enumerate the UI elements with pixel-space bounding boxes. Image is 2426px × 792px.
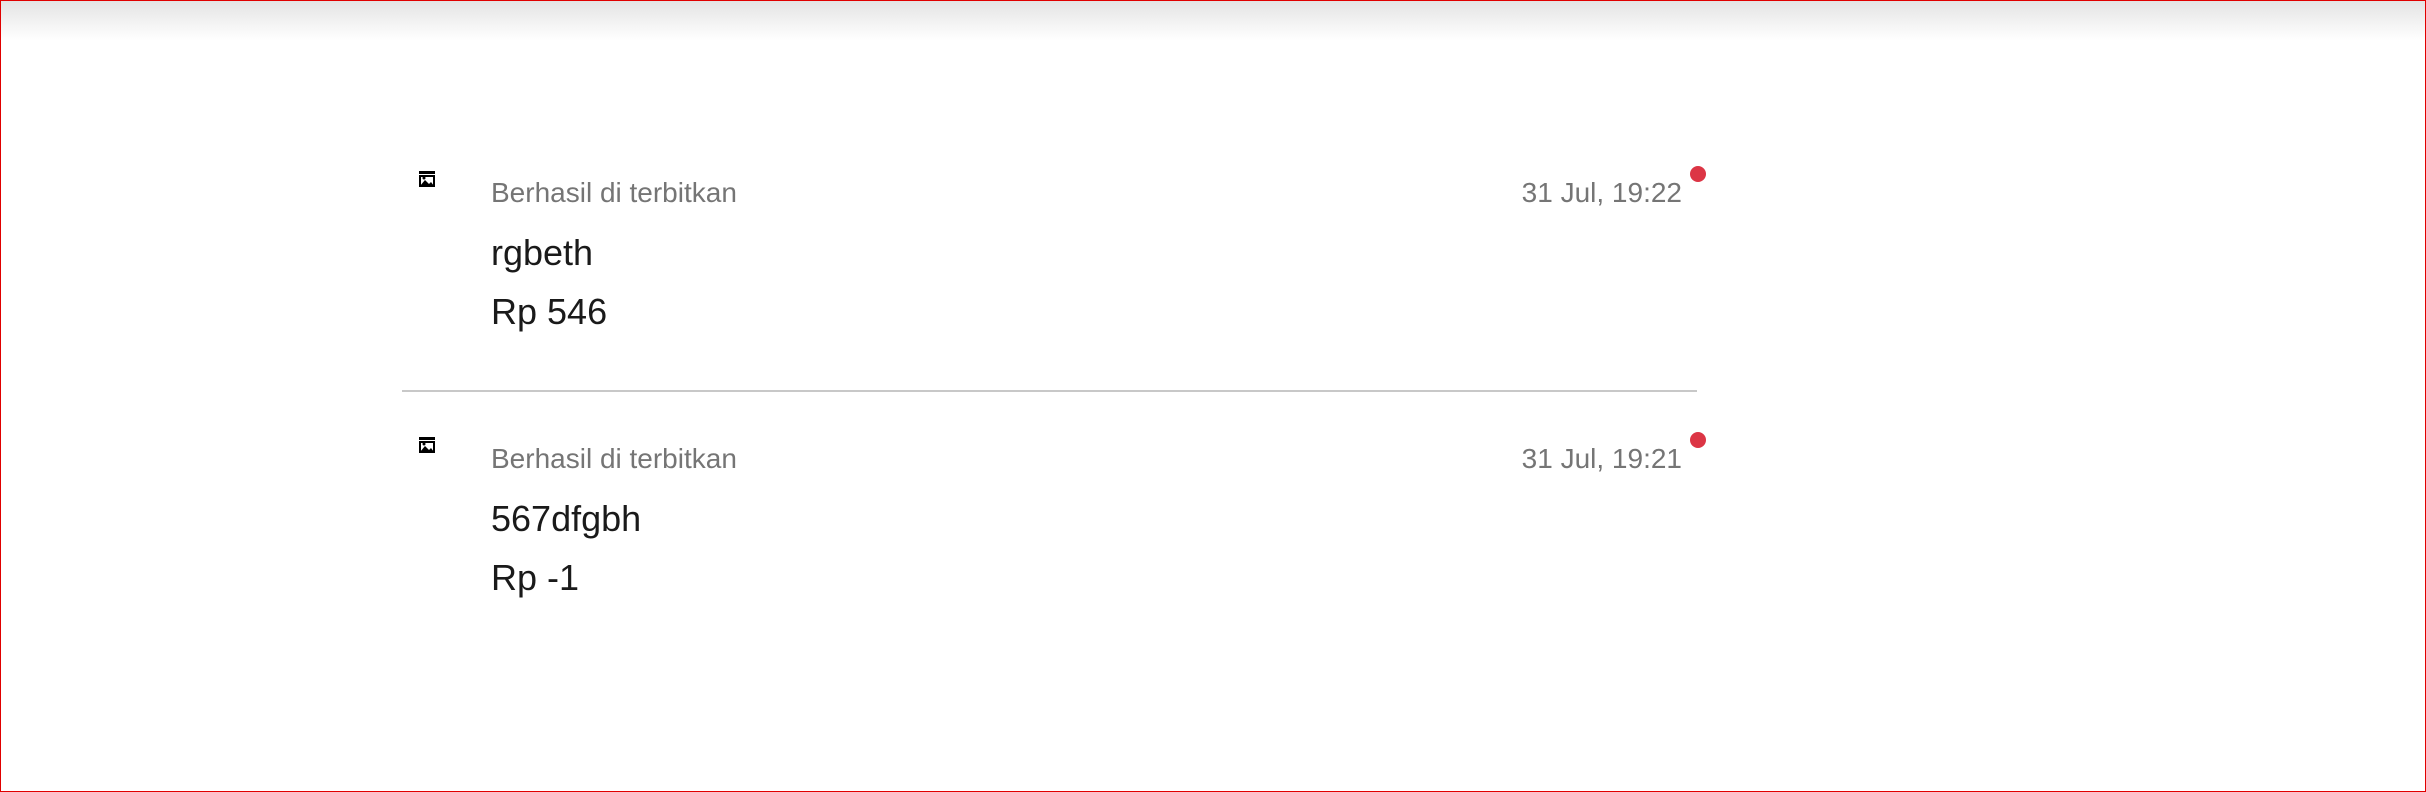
notification-item[interactable]: Berhasil di terbitkan 31 Jul, 19:22 rgbe…	[402, 140, 1706, 406]
unread-dot	[1690, 166, 1706, 182]
item-title: 567dfgbh	[491, 498, 642, 539]
unread-dot	[1690, 432, 1706, 448]
timestamp: 31 Jul, 19:21	[1521, 443, 1682, 474]
item-price: Rp 546	[491, 291, 608, 332]
status-label: Berhasil di terbitkan	[491, 443, 737, 474]
item-title: rgbeth	[491, 232, 594, 273]
status-label: Berhasil di terbitkan	[491, 177, 737, 208]
header-shadow	[1, 1, 2425, 41]
broken-image-icon	[419, 437, 435, 453]
notification-item[interactable]: Berhasil di terbitkan 31 Jul, 19:21 567d…	[402, 406, 1706, 672]
timestamp: 31 Jul, 19:22	[1521, 177, 1682, 208]
divider	[402, 390, 1697, 392]
broken-image-icon	[419, 171, 435, 187]
item-price: Rp -1	[491, 557, 580, 598]
